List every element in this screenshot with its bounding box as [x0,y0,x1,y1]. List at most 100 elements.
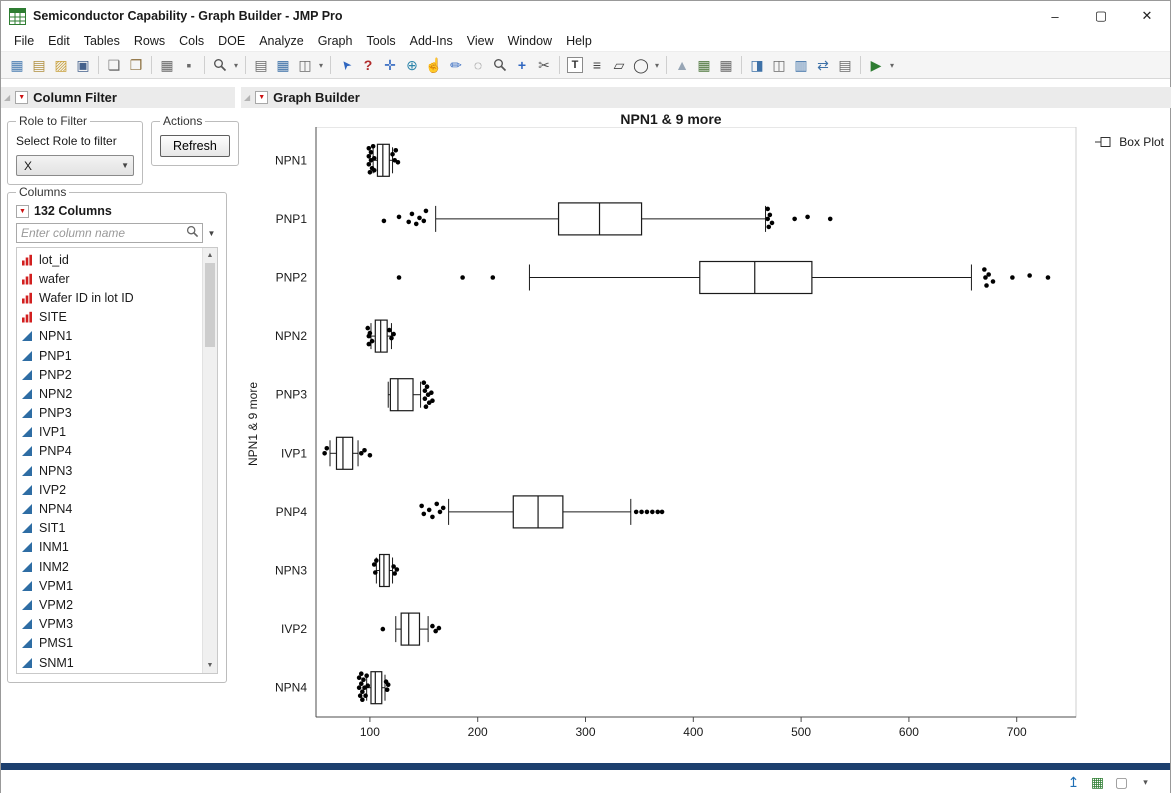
column-item-pnp1[interactable]: PNP1 [17,346,202,365]
column-item-pnp2[interactable]: PNP2 [17,365,202,384]
display-box-icon[interactable]: ▢ [1113,774,1130,791]
menu-doe[interactable]: DOE [211,32,252,50]
annotate-window-icon[interactable]: ▦ [272,54,294,76]
toolbar-overflow-caret[interactable]: ▾ [316,61,326,70]
oval-annotate-icon[interactable]: ◯ [630,54,652,76]
column-item-sit1[interactable]: SIT1 [17,519,202,538]
column-item-npn3[interactable]: NPN3 [17,461,202,480]
column-item-npn1[interactable]: NPN1 [17,327,202,346]
column-item-vpm3[interactable]: VPM3 [17,615,202,634]
column-item-npn4[interactable]: NPN4 [17,499,202,518]
column-item-pnp4[interactable]: PNP4 [17,442,202,461]
column-item-site[interactable]: SITE [17,308,202,327]
close-button[interactable]: ✕ [1124,1,1170,31]
plot-area[interactable]: 100 200 300 400 500 600 700 NPN1 & 9 more NPN1 PN… [241,127,1171,763]
column-item-pms1[interactable]: PMS1 [17,634,202,653]
column-item-npn2[interactable]: NPN2 [17,384,202,403]
scrollbar-up-icon[interactable]: ▲ [203,248,217,263]
column-item-label: SIT1 [39,521,66,536]
go-to-top-icon[interactable]: ↥ [1065,774,1082,791]
globe-tool-icon[interactable]: ⊕ [401,54,423,76]
menu-file[interactable]: File [7,32,41,50]
column-item-snm1[interactable]: SNM1 [17,653,202,672]
lock-icon[interactable]: ▪ [178,54,200,76]
column-item-pnp3[interactable]: PNP3 [17,404,202,423]
refresh-button[interactable]: Refresh [160,135,230,157]
text-annotate-icon[interactable]: T [567,57,583,73]
column-item-vpm1[interactable]: VPM1 [17,576,202,595]
boxplot-svg[interactable]: 100 200 300 400 500 600 700 NPN1 & 9 more NPN1 PN… [241,127,1171,752]
window-tools-icon[interactable]: ◫ [294,54,316,76]
column-item-wafer[interactable]: wafer [17,269,202,288]
scrollbar-down-icon[interactable]: ▼ [203,658,217,673]
lasso-tool-icon[interactable]: ◌ [467,54,489,76]
toolbar-overflow-caret[interactable]: ▾ [887,61,897,70]
menu-tables[interactable]: Tables [77,32,127,50]
move-tool-icon[interactable]: ✛ [379,54,401,76]
column-item-lot-id[interactable]: lot_id [17,250,202,269]
menu-tools[interactable]: Tools [359,32,402,50]
menu-window[interactable]: Window [501,32,559,50]
column-item-label: VPM3 [39,617,74,632]
run-script-icon[interactable]: ▶ [865,54,887,76]
hand-tool-icon[interactable]: ☝ [423,54,445,76]
collapse-triangle-icon[interactable]: ◢ [4,93,10,102]
menu-analyze[interactable]: Analyze [252,32,310,50]
column-filter-menu-icon[interactable]: ▼ [15,91,29,104]
graph-builder-menu-icon[interactable]: ▼ [255,91,269,104]
legend[interactable]: Box Plot [1095,135,1164,149]
new-journal-icon[interactable]: ▤ [28,54,50,76]
open-icon[interactable]: ▨ [50,54,72,76]
column-item-ivp2[interactable]: IVP2 [17,480,202,499]
toolbar-overflow-caret[interactable]: ▾ [652,61,662,70]
minimize-button[interactable]: – [1032,1,1078,31]
column-item-vpm2[interactable]: VPM2 [17,595,202,614]
menu-addins[interactable]: Add-Ins [403,32,460,50]
continuous-column-icon [21,580,33,592]
data-table-icon[interactable]: ▦ [1089,774,1106,791]
menu-view[interactable]: View [460,32,501,50]
journal-icon[interactable]: ▤ [250,54,272,76]
column-viewer-icon[interactable]: ▥ [790,54,812,76]
menu-cols[interactable]: Cols [172,32,211,50]
role-dropdown[interactable]: X ▼ [16,155,134,176]
scrollbar-track[interactable] [203,263,217,658]
columns-scrollbar[interactable]: ▲ ▼ [202,248,217,673]
layout-window-icon[interactable]: ◫ [768,54,790,76]
crosshair-tool-icon[interactable]: + [511,54,533,76]
scrollbar-thumb[interactable] [205,263,215,347]
search-filter-caret-icon[interactable]: ▼ [205,229,218,238]
subset-table-icon[interactable]: ▦ [715,54,737,76]
data-grid-icon[interactable]: ▦ [156,54,178,76]
preferences-icon[interactable]: ▲ [671,54,693,76]
brush-tool-icon[interactable]: ✏ [445,54,467,76]
polygon-annotate-icon[interactable]: ▱ [608,54,630,76]
menu-edit[interactable]: Edit [41,32,77,50]
transpose-table-icon[interactable]: ⇄ [812,54,834,76]
statusbar-caret-icon[interactable]: ▾ [1137,774,1154,791]
scissors-tool-icon[interactable]: ✂ [533,54,555,76]
column-item-ivp1[interactable]: IVP1 [17,423,202,442]
collapse-triangle-icon[interactable]: ◢ [244,93,250,102]
join-tables-icon[interactable]: ▤ [834,54,856,76]
column-item-inm1[interactable]: INM1 [17,538,202,557]
menu-graph[interactable]: Graph [311,32,360,50]
report-window-icon[interactable]: ◨ [746,54,768,76]
column-item-wafer-id-in-lot-id[interactable]: Wafer ID in lot ID [17,288,202,307]
line-annotate-icon[interactable]: ≡ [586,54,608,76]
summary-table-icon[interactable]: ▦ [693,54,715,76]
toolbar-overflow-caret[interactable]: ▾ [231,61,241,70]
column-item-label: PNP2 [39,367,72,382]
copy-icon[interactable]: ❏ [103,54,125,76]
save-icon[interactable]: ▣ [72,54,94,76]
menu-rows[interactable]: Rows [127,32,172,50]
column-item-inm2[interactable]: INM2 [17,557,202,576]
maximize-button[interactable]: ▢ [1078,1,1124,31]
paste-icon[interactable]: ❐ [125,54,147,76]
magnifier-tool-icon[interactable] [489,54,511,76]
new-data-table-icon[interactable]: ▦ [6,54,28,76]
menu-help[interactable]: Help [559,32,599,50]
columns-menu-icon[interactable]: ▼ [16,204,29,218]
column-search-input[interactable] [17,226,186,240]
search-icon[interactable] [209,54,231,76]
